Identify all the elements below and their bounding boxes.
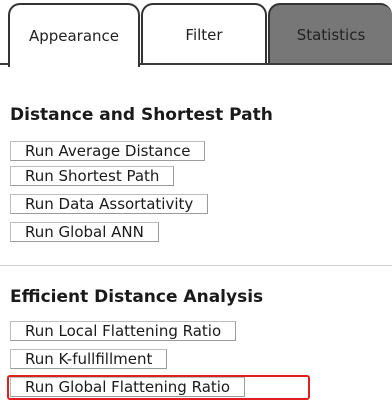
tab-filter[interactable]: Filter	[141, 3, 267, 65]
run-k-fullfillment-button[interactable]: Run K-fullfillment	[10, 349, 168, 369]
section-title-distance: Distance and Shortest Path	[10, 105, 273, 125]
run-shortest-path-button[interactable]: Run Shortest Path	[10, 166, 175, 186]
run-local-flattening-ratio-button[interactable]: Run Local Flattening Ratio	[10, 321, 237, 341]
run-global-flattening-ratio-button[interactable]: Run Global Flattening Ratio	[10, 377, 246, 397]
section-title-efficient: Efficient Distance Analysis	[10, 287, 264, 307]
tab-bar: Appearance Filter Statistics	[0, 0, 392, 67]
tab-statistics[interactable]: Statistics	[268, 3, 392, 65]
section-divider	[0, 265, 392, 266]
run-global-ann-button[interactable]: Run Global ANN	[10, 222, 159, 242]
run-average-distance-button[interactable]: Run Average Distance	[10, 141, 206, 161]
run-data-assortativity-button[interactable]: Run Data Assortativity	[10, 194, 209, 214]
tab-appearance[interactable]: Appearance	[8, 3, 140, 67]
